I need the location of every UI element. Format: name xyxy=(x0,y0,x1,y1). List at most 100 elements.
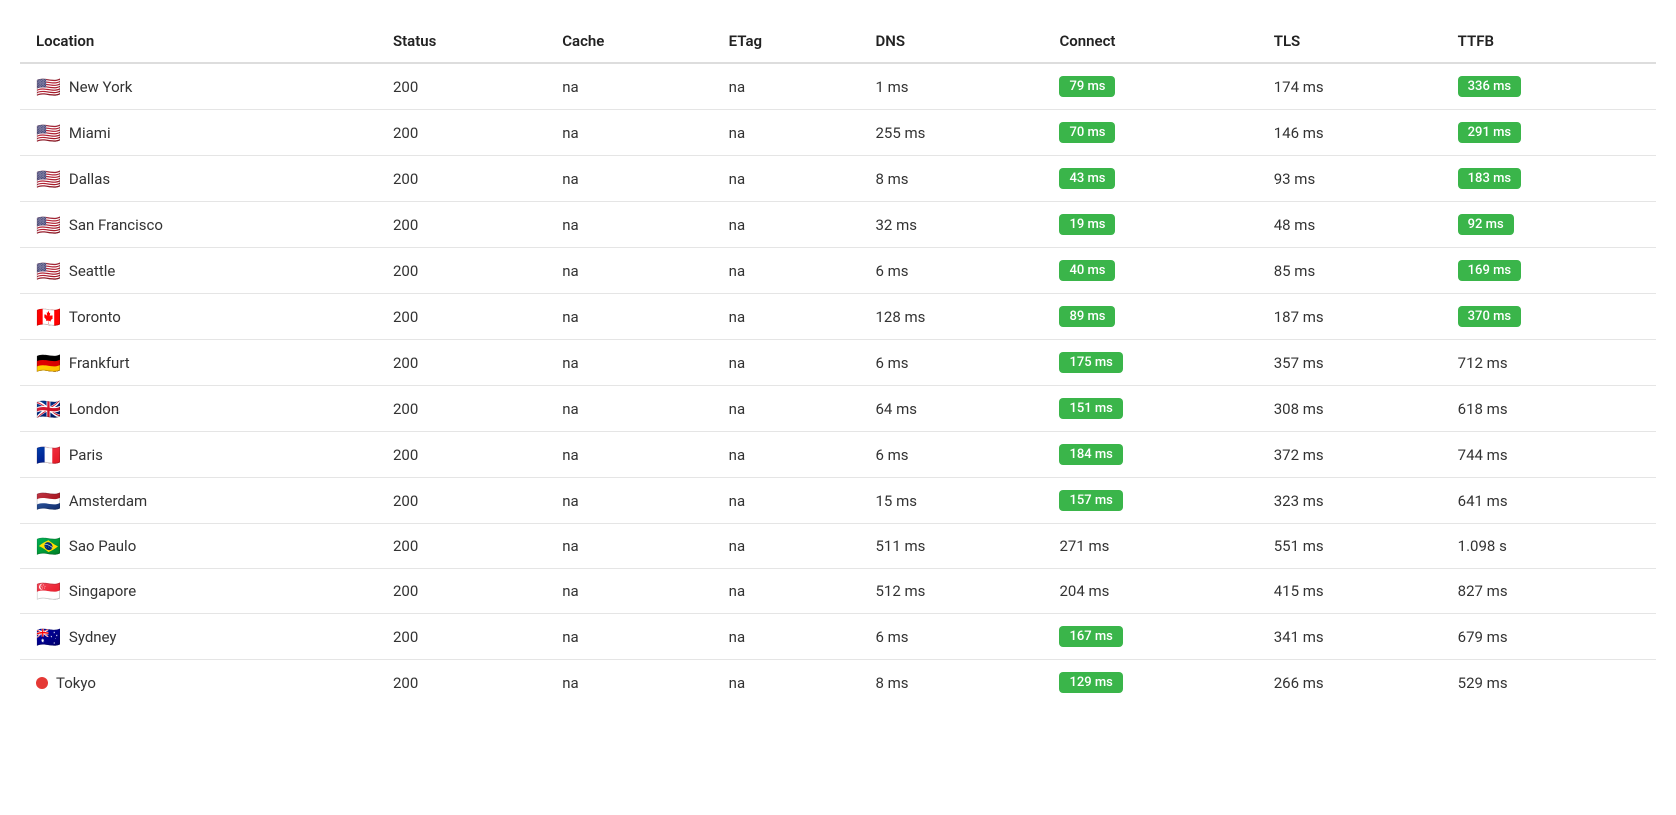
location-name: Tokyo xyxy=(56,674,96,692)
etag-cell: na xyxy=(713,202,860,248)
location-cell: 🇫🇷 Paris xyxy=(20,432,377,478)
table-row: 🇩🇪Frankfurt200nana6 ms175 ms357 ms712 ms xyxy=(20,340,1656,386)
etag-cell: na xyxy=(713,248,860,294)
location-name: Sydney xyxy=(69,628,117,646)
cache-cell: na xyxy=(546,294,712,340)
cache-cell: na xyxy=(546,156,712,202)
dns-cell: 6 ms xyxy=(860,614,1044,660)
location-cell: 🇩🇪Frankfurt xyxy=(20,340,377,386)
table-row: 🇺🇸New York200nana1 ms79 ms174 ms336 ms xyxy=(20,63,1656,110)
etag-cell: na xyxy=(713,524,860,569)
dns-cell: 15 ms xyxy=(860,478,1044,524)
connect-cell: 89 ms xyxy=(1043,294,1257,340)
dns-cell: 6 ms xyxy=(860,248,1044,294)
dns-cell: 32 ms xyxy=(860,202,1044,248)
etag-cell: na xyxy=(713,156,860,202)
column-header-connect: Connect xyxy=(1043,20,1257,63)
location-cell: 🇺🇸New York xyxy=(20,63,377,110)
tls-cell: 551 ms xyxy=(1258,524,1442,569)
connect-cell: 175 ms xyxy=(1043,340,1257,386)
status-cell: 200 xyxy=(377,569,546,614)
flag-icon: 🇬🇧 xyxy=(36,399,61,419)
etag-cell: na xyxy=(713,432,860,478)
location-cell: 🇨🇦Toronto xyxy=(20,294,377,340)
location-cell: 🇺🇸Miami xyxy=(20,110,377,156)
dns-cell: 64 ms xyxy=(860,386,1044,432)
ttfb-cell: 641 ms xyxy=(1442,478,1656,524)
tls-cell: 174 ms xyxy=(1258,63,1442,110)
location-name: Dallas xyxy=(69,170,110,188)
status-cell: 200 xyxy=(377,248,546,294)
table-row: 🇬🇧London200nana64 ms151 ms308 ms618 ms xyxy=(20,386,1656,432)
location-name: Paris xyxy=(69,446,103,464)
table-row: 🇳🇱Amsterdam200nana15 ms157 ms323 ms641 m… xyxy=(20,478,1656,524)
connect-cell: 151 ms xyxy=(1043,386,1257,432)
ttfb-cell: 169 ms xyxy=(1442,248,1656,294)
location-name: Frankfurt xyxy=(69,354,130,372)
cache-cell: na xyxy=(546,432,712,478)
etag-cell: na xyxy=(713,63,860,110)
tls-cell: 187 ms xyxy=(1258,294,1442,340)
ttfb-badge: 336 ms xyxy=(1458,76,1521,97)
connect-badge: 129 ms xyxy=(1059,672,1122,693)
table-row: 🇨🇦Toronto200nana128 ms89 ms187 ms370 ms xyxy=(20,294,1656,340)
location-name: London xyxy=(69,400,119,418)
status-cell: 200 xyxy=(377,294,546,340)
status-cell: 200 xyxy=(377,63,546,110)
location-name: Amsterdam xyxy=(69,492,147,510)
flag-icon: 🇸🇬 xyxy=(36,581,61,601)
tls-cell: 308 ms xyxy=(1258,386,1442,432)
dns-cell: 6 ms xyxy=(860,340,1044,386)
status-cell: 200 xyxy=(377,432,546,478)
status-cell: 200 xyxy=(377,386,546,432)
tls-cell: 415 ms xyxy=(1258,569,1442,614)
status-cell: 200 xyxy=(377,202,546,248)
performance-table: LocationStatusCacheETagDNSConnectTLSTTFB… xyxy=(20,20,1656,705)
connect-badge: 175 ms xyxy=(1059,352,1122,373)
table-row: 🇺🇸Seattle200nana6 ms40 ms85 ms169 ms xyxy=(20,248,1656,294)
flag-icon: 🇫🇷 xyxy=(36,445,61,465)
dns-cell: 511 ms xyxy=(860,524,1044,569)
ttfb-cell: 618 ms xyxy=(1442,386,1656,432)
flag-icon: 🇺🇸 xyxy=(36,77,61,97)
cache-cell: na xyxy=(546,248,712,294)
flag-icon: 🇳🇱 xyxy=(36,491,61,511)
column-header-location: Location xyxy=(20,20,377,63)
flag-icon: 🇺🇸 xyxy=(36,169,61,189)
cache-cell: na xyxy=(546,524,712,569)
etag-cell: na xyxy=(713,660,860,706)
connect-cell: 157 ms xyxy=(1043,478,1257,524)
etag-cell: na xyxy=(713,614,860,660)
status-cell: 200 xyxy=(377,660,546,706)
tls-cell: 357 ms xyxy=(1258,340,1442,386)
connect-cell: 40 ms xyxy=(1043,248,1257,294)
status-cell: 200 xyxy=(377,614,546,660)
ttfb-cell: 291 ms xyxy=(1442,110,1656,156)
ttfb-badge: 291 ms xyxy=(1458,122,1521,143)
status-cell: 200 xyxy=(377,524,546,569)
location-cell: 🇸🇬Singapore xyxy=(20,569,377,614)
column-header-cache: Cache xyxy=(546,20,712,63)
ttfb-cell: 827 ms xyxy=(1442,569,1656,614)
table-row: 🇺🇸Miami200nana255 ms70 ms146 ms291 ms xyxy=(20,110,1656,156)
tls-cell: 85 ms xyxy=(1258,248,1442,294)
status-cell: 200 xyxy=(377,340,546,386)
column-header-status: Status xyxy=(377,20,546,63)
location-cell: 🇦🇺Sydney xyxy=(20,614,377,660)
connect-cell: 271 ms xyxy=(1043,524,1257,569)
tls-cell: 323 ms xyxy=(1258,478,1442,524)
location-cell: 🇺🇸San Francisco xyxy=(20,202,377,248)
ttfb-cell: 744 ms xyxy=(1442,432,1656,478)
flag-icon: 🇧🇷 xyxy=(36,536,61,556)
dns-cell: 8 ms xyxy=(860,156,1044,202)
cache-cell: na xyxy=(546,614,712,660)
ttfb-badge: 183 ms xyxy=(1458,168,1521,189)
etag-cell: na xyxy=(713,294,860,340)
cache-cell: na xyxy=(546,478,712,524)
column-header-ttfb: TTFB xyxy=(1442,20,1656,63)
ttfb-cell: 679 ms xyxy=(1442,614,1656,660)
table-row: 🇸🇬Singapore200nana512 ms204 ms415 ms827 … xyxy=(20,569,1656,614)
connect-badge: 19 ms xyxy=(1059,214,1115,235)
location-cell: 🇧🇷Sao Paulo xyxy=(20,524,377,569)
ttfb-cell: 336 ms xyxy=(1442,63,1656,110)
